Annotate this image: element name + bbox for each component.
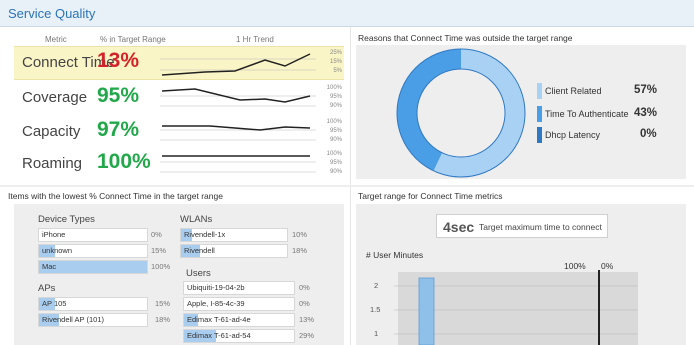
list-item-wlan-rivendell-1x[interactable]: Rivendell-1x 10% — [180, 228, 320, 242]
item-name: Edimax T-61-ad-4e — [187, 315, 251, 324]
metric-row-capacity[interactable]: Capacity 97% 100% 95% 90% — [14, 116, 344, 150]
target-value: 4sec — [443, 219, 475, 235]
item-name: Mac — [42, 262, 57, 271]
col-range-header: % in Target Range — [100, 35, 166, 44]
metric-name: Capacity — [22, 123, 81, 140]
item-name: Edimax T-61-ad-54 — [187, 331, 251, 340]
metric-value: 97% — [97, 118, 140, 141]
trend-tick: 100% — [326, 85, 342, 91]
legend-label: Time To Authenticate — [545, 109, 629, 119]
device-types-label: Device Types — [38, 214, 95, 225]
item-name: Apple, I-85-4c-39 — [187, 299, 245, 308]
trend-tick: 90% — [329, 137, 342, 143]
metric-row-coverage[interactable]: Coverage 95% 100% 95% 90% — [14, 82, 344, 116]
list-item-device-unknown[interactable]: unknown 15% — [38, 244, 173, 258]
metric-value: 95% — [97, 84, 140, 107]
connect-time-trend-line — [160, 53, 316, 76]
item-pct: 0% — [299, 299, 310, 308]
list-item-user-apple[interactable]: Apple, I-85-4c-39 0% — [183, 297, 323, 311]
metric-value: 100% — [97, 150, 151, 173]
reasons-donut-chart — [396, 48, 526, 178]
aps-label: APs — [38, 283, 56, 294]
roaming-trend-line — [160, 155, 316, 173]
item-pct: 15% — [151, 246, 167, 255]
legend-pct: 0% — [640, 128, 657, 140]
list-item-device-iphone[interactable]: iPhone 0% — [38, 228, 173, 242]
list-item-ap-105[interactable]: AP 105 15% — [38, 297, 173, 311]
legend-time-to-authenticate[interactable]: Time To Authenticate 43% — [537, 106, 662, 122]
target-time-box[interactable]: 4sec Target maximum time to connect — [436, 214, 608, 238]
legend-swatch — [537, 127, 542, 143]
legend-label: Client Related — [545, 86, 602, 96]
wlans-label: WLANs — [180, 214, 213, 225]
y-tick: 2 — [374, 281, 379, 290]
trend-tick: 100% — [326, 151, 342, 157]
users-label: Users — [186, 268, 211, 279]
list-item-wlan-rivendell[interactable]: Rivendell 18% — [180, 244, 320, 258]
item-name: Rivendell — [184, 246, 215, 255]
metric-value: 13% — [97, 49, 140, 72]
reasons-panel-title: Reasons that Connect Time was outside th… — [358, 33, 573, 43]
metric-row-roaming[interactable]: Roaming 100% 100% 95% 90% — [14, 148, 344, 182]
item-pct: 10% — [292, 230, 308, 239]
item-name: unknown — [42, 246, 73, 255]
item-pct: 15% — [155, 299, 171, 308]
coverage-trend-line — [160, 88, 316, 107]
list-item-user-ubiquiti[interactable]: Ubiquiti-19-04-2b 0% — [183, 281, 323, 295]
y-tick: 1.5 — [370, 305, 381, 314]
legend-pct: 43% — [634, 107, 658, 119]
metric-row-connect-time[interactable]: Connect Time 13% 25% 15% 5% — [14, 46, 344, 80]
histogram-bar — [418, 277, 435, 345]
connect-time-histogram — [394, 270, 638, 345]
list-item-ap-rivendell[interactable]: Rivendell AP (101) 18% — [38, 313, 173, 327]
trend-tick: 5% — [333, 68, 342, 74]
target-text: Target maximum time to connect — [479, 222, 602, 232]
horizontal-divider — [0, 185, 694, 187]
page-title: Service Quality — [8, 6, 96, 21]
metric-name: Coverage — [22, 89, 88, 106]
item-pct: 18% — [292, 246, 308, 255]
item-pct: 100% — [151, 262, 171, 271]
col-trend-header: 1 Hr Trend — [236, 35, 274, 44]
item-name: iPhone — [42, 230, 66, 239]
item-pct: 0% — [299, 283, 310, 292]
service-quality-header: Service Quality — [0, 0, 694, 27]
trend-tick: 90% — [329, 103, 342, 109]
trend-tick: 95% — [329, 128, 342, 134]
legend-swatch — [537, 83, 542, 99]
y-tick: 1 — [374, 329, 379, 338]
item-name: Rivendell-1x — [184, 230, 226, 239]
legend-client-related[interactable]: Client Related 57% — [537, 83, 662, 99]
item-pct: 0% — [151, 230, 162, 239]
item-name: AP 105 — [42, 299, 67, 308]
trend-tick: 90% — [329, 169, 342, 175]
trend-tick: 15% — [329, 59, 342, 65]
item-name: Rivendell AP (101) — [42, 315, 104, 324]
item-name: Ubiquiti-19-04-2b — [187, 283, 245, 292]
trend-tick: 100% — [326, 119, 342, 125]
list-item-user-edimax-4e[interactable]: Edimax T-61-ad-4e 13% — [183, 313, 323, 327]
metric-name: Roaming — [22, 155, 83, 172]
col-metric-header: Metric — [45, 35, 67, 44]
target-panel-title: Target range for Connect Time metrics — [358, 191, 503, 201]
trend-tick: 25% — [329, 50, 342, 56]
legend-label: Dhcp Latency — [545, 130, 601, 140]
item-pct: 13% — [299, 315, 315, 324]
item-pct: 29% — [299, 331, 315, 340]
items-panel-title: Items with the lowest % Connect Time in … — [8, 191, 223, 201]
list-item-user-edimax-54[interactable]: Edimax T-61-ad-54 29% — [183, 329, 323, 343]
trend-tick: 95% — [329, 94, 342, 100]
legend-pct: 57% — [634, 84, 658, 96]
capacity-trend-line — [160, 125, 316, 141]
list-item-device-mac[interactable]: Mac 100% — [38, 260, 173, 274]
trend-tick: 95% — [329, 160, 342, 166]
legend-dhcp-latency[interactable]: Dhcp Latency 0% — [537, 127, 662, 143]
legend-swatch — [537, 106, 542, 122]
item-pct: 18% — [155, 315, 171, 324]
